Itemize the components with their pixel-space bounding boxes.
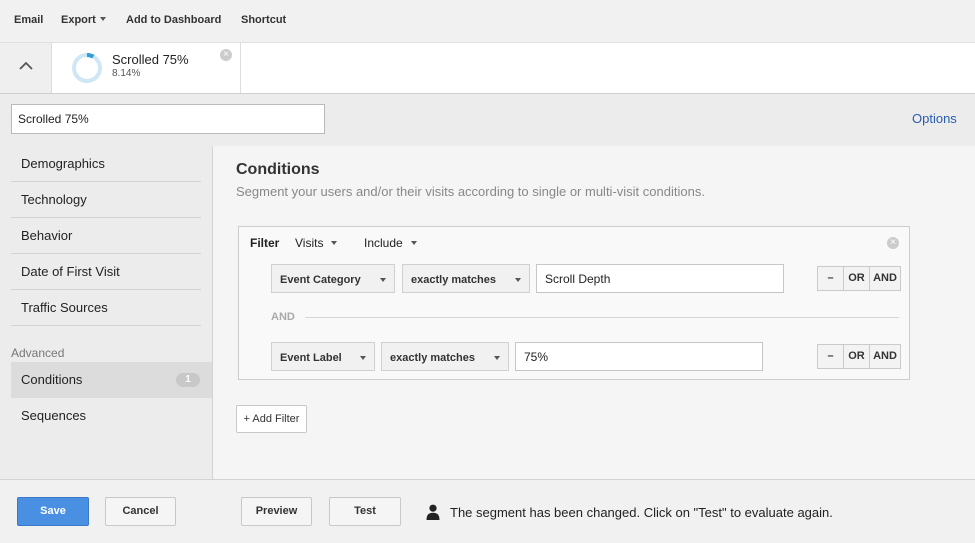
sidebar-item-date-of-first-visit[interactable]: Date of First Visit: [11, 254, 201, 290]
segment-chip-name: Scrolled 75%: [112, 52, 189, 67]
advanced-section-label: Advanced: [11, 346, 65, 360]
segment-footer: Save Cancel Preview Test The segment has…: [0, 479, 975, 543]
operator-value: exactly matches: [390, 352, 475, 364]
options-link[interactable]: Options: [912, 111, 957, 126]
email-button[interactable]: Email: [14, 14, 43, 26]
conditions-subtitle: Segment your users and/or their visits a…: [236, 184, 705, 199]
segment-name-input[interactable]: [11, 104, 325, 134]
add-filter-button[interactable]: + Add Filter: [236, 405, 307, 433]
operator-select[interactable]: exactly matches: [402, 264, 530, 293]
chevron-down-icon: [410, 241, 417, 245]
sidebar-item-label: Technology: [21, 192, 87, 207]
row-actions: – OR AND: [817, 344, 901, 369]
row-actions: – OR AND: [817, 266, 901, 291]
export-label: Export: [61, 14, 96, 26]
preview-button[interactable]: Preview: [241, 497, 312, 526]
sidebar-item-label: Date of First Visit: [21, 264, 120, 279]
condition-value-input[interactable]: [536, 264, 784, 293]
filter-scope-dropdown[interactable]: Visits: [295, 236, 338, 250]
filter-label: Filter: [250, 236, 280, 250]
remove-condition-button[interactable]: –: [818, 345, 844, 368]
or-button[interactable]: OR: [844, 267, 870, 290]
dimension-value: Event Label: [280, 352, 342, 364]
filter-group: Filter Visits Include × Event Category e…: [238, 226, 910, 380]
close-icon[interactable]: ×: [220, 49, 232, 61]
conditions-title: Conditions: [236, 161, 320, 178]
and-separator-label: AND: [271, 311, 295, 323]
remove-condition-button[interactable]: –: [818, 267, 844, 290]
person-icon: [426, 504, 440, 520]
conditions-panel: Conditions Segment your users and/or the…: [212, 146, 975, 479]
filter-scope-value: Visits: [295, 236, 324, 250]
and-button[interactable]: AND: [870, 267, 900, 290]
chevron-up-icon: [19, 61, 33, 70]
chevron-down-icon: [99, 17, 106, 21]
or-button[interactable]: OR: [844, 345, 870, 368]
operator-value: exactly matches: [411, 274, 496, 286]
chevron-down-icon: [360, 356, 366, 360]
segment-strip: Scrolled 75% 8.14% ×: [0, 43, 975, 94]
dimension-select[interactable]: Event Label: [271, 342, 375, 371]
dimension-value: Event Category: [280, 274, 361, 286]
filter-mode-value: Include: [364, 236, 403, 250]
close-icon[interactable]: ×: [887, 237, 899, 249]
sidebar-item-label: Demographics: [21, 156, 105, 171]
shortcut-button[interactable]: Shortcut: [241, 14, 286, 26]
sidebar-item-traffic-sources[interactable]: Traffic Sources: [11, 290, 201, 326]
sidebar-item-conditions[interactable]: Conditions 1: [11, 362, 212, 398]
operator-select[interactable]: exactly matches: [381, 342, 509, 371]
cancel-button[interactable]: Cancel: [105, 497, 176, 526]
sidebar-item-sequences[interactable]: Sequences: [11, 398, 201, 434]
chevron-down-icon: [380, 278, 386, 282]
and-button[interactable]: AND: [870, 345, 900, 368]
condition-count-badge: 1: [176, 373, 200, 387]
sidebar-item-label: Behavior: [21, 228, 73, 243]
and-separator-line: [305, 317, 899, 318]
sidebar-item-technology[interactable]: Technology: [11, 182, 201, 218]
segment-category-sidebar: Demographics Technology Behavior Date of…: [0, 146, 222, 479]
sidebar-item-label: Conditions: [21, 372, 83, 387]
status-message: The segment has been changed. Click on "…: [450, 505, 833, 520]
sidebar-item-behavior[interactable]: Behavior: [11, 218, 201, 254]
filter-mode-dropdown[interactable]: Include: [364, 236, 417, 250]
segment-donut-icon: [72, 53, 102, 83]
chevron-down-icon: [331, 241, 338, 245]
segment-chip-percent: 8.14%: [112, 68, 141, 79]
dimension-select[interactable]: Event Category: [271, 264, 395, 293]
sidebar-item-demographics[interactable]: Demographics: [11, 146, 201, 182]
report-toolbar: Email Export Add to Dashboard Shortcut: [0, 0, 975, 43]
chevron-down-icon: [494, 356, 500, 360]
collapse-button[interactable]: [0, 43, 52, 93]
sidebar-item-label: Sequences: [21, 408, 87, 423]
condition-value-input[interactable]: [515, 342, 763, 371]
save-button[interactable]: Save: [17, 497, 89, 526]
segment-chip[interactable]: Scrolled 75% 8.14% ×: [52, 43, 241, 93]
export-button[interactable]: Export: [61, 14, 106, 26]
chevron-down-icon: [515, 278, 521, 282]
test-button[interactable]: Test: [329, 497, 401, 526]
sidebar-item-label: Traffic Sources: [21, 300, 108, 315]
add-to-dashboard-button[interactable]: Add to Dashboard: [126, 14, 221, 26]
